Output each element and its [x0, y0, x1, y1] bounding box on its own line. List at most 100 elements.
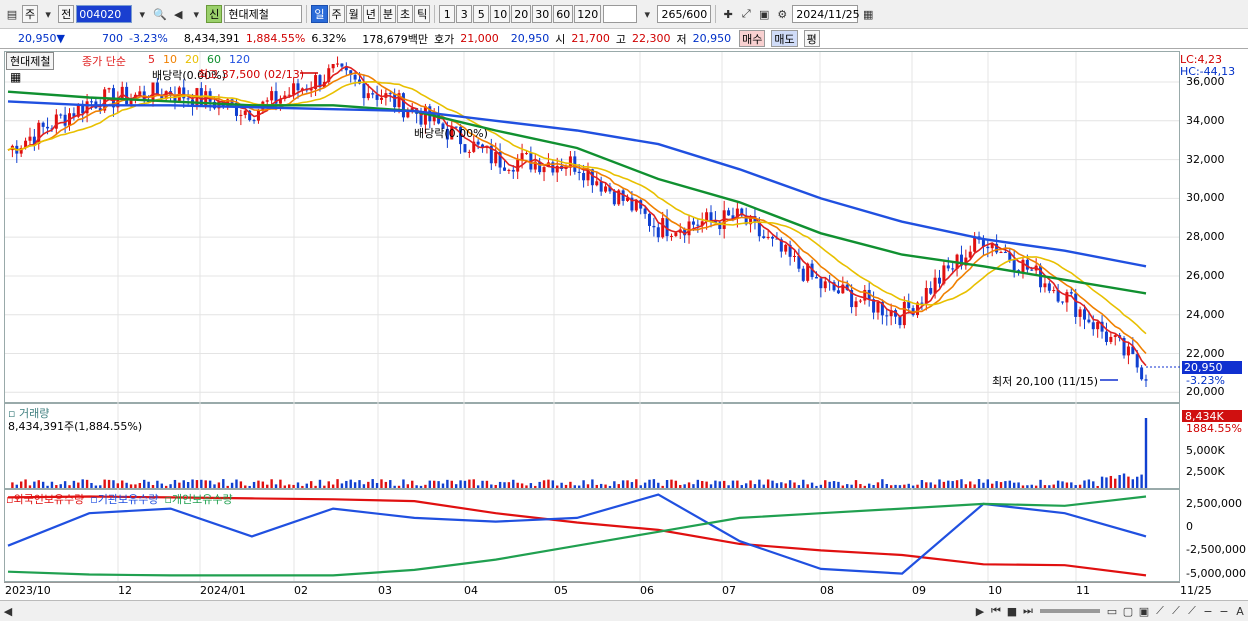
volume-bar [538, 481, 541, 488]
volume-bar [459, 480, 462, 488]
date-tick: 10 [988, 584, 1002, 597]
volume-bar [507, 482, 511, 488]
candle-body [652, 225, 656, 228]
current-pct-tag: -3.23% [1186, 374, 1225, 387]
stop-icon[interactable]: ■ [1004, 602, 1020, 620]
candle-body [507, 169, 511, 171]
volume-bar [327, 481, 330, 488]
volume-bar [419, 485, 423, 488]
volume-bar [85, 479, 89, 488]
candle-body [1074, 293, 1078, 317]
volume-bar [1039, 479, 1042, 488]
stock-label[interactable]: 현대제철 [6, 52, 55, 70]
candle-body [362, 83, 366, 99]
volume-bar [314, 485, 317, 488]
volume-bar [898, 485, 902, 488]
volume-bar [788, 480, 792, 488]
font-size-icon[interactable]: A [1232, 602, 1248, 620]
scroll-end-icon[interactable]: ⏭ [1020, 602, 1036, 620]
candle-body [186, 98, 190, 100]
volume-bar [169, 484, 172, 488]
candle-body [1144, 379, 1148, 381]
fit-icon[interactable]: − [1216, 602, 1232, 620]
candle-body [1109, 336, 1113, 342]
candle-body [582, 173, 586, 181]
volume-bar [226, 485, 229, 488]
volume-bar [230, 482, 234, 488]
volume-bar [309, 481, 313, 488]
volume-bar [569, 481, 572, 488]
zoom-out-icon[interactable]: − [1200, 602, 1216, 620]
volume-bar [371, 479, 374, 488]
volume-bar [608, 485, 612, 488]
volume-bar [679, 484, 682, 488]
volume-bar [1070, 482, 1073, 488]
zoom-slider[interactable] [1040, 609, 1100, 613]
volume-bar [762, 484, 765, 488]
layout-icon[interactable]: ▢ [1120, 602, 1136, 620]
candle-body [595, 181, 599, 186]
candle-body [801, 268, 805, 281]
candle-body [1104, 331, 1108, 342]
volume-bar [722, 480, 726, 488]
volume-bar [573, 485, 577, 488]
volume-bar [50, 481, 54, 488]
volume-bar [815, 485, 818, 488]
volume-bar [138, 483, 142, 488]
volume-bar [942, 481, 946, 488]
volume-bar [995, 481, 998, 488]
scroll-left-icon[interactable]: ◀ [0, 602, 16, 620]
volume-bar [556, 485, 559, 488]
candle-body [138, 91, 142, 95]
draw-tool-icon[interactable]: ⟋ [1184, 602, 1200, 620]
volume-bar [134, 484, 137, 488]
volume-bar [437, 481, 440, 488]
date-tick: 06 [640, 584, 654, 597]
candle-body [696, 224, 700, 226]
candle-body [516, 159, 520, 172]
scroll-start-icon[interactable]: ⏮ [988, 602, 1004, 620]
volume-bar [986, 479, 990, 488]
draw-tool-icon[interactable]: ⟋ [1168, 602, 1184, 620]
volume-bar [362, 484, 366, 488]
date-tick: 04 [464, 584, 478, 597]
candle-body [647, 213, 651, 226]
volume-bar [977, 479, 981, 488]
volume-bar [1092, 481, 1095, 488]
panel-icon[interactable]: ▭ [1104, 602, 1120, 620]
volume-bar [125, 482, 128, 488]
volume-bar [753, 484, 757, 488]
layout-icon[interactable]: ▣ [1136, 602, 1152, 620]
volume-bar [516, 482, 519, 488]
volume-bar [683, 484, 686, 488]
volume-bar [222, 479, 225, 488]
volume-bar [402, 479, 405, 488]
draw-tool-icon[interactable]: ⟋ [1152, 602, 1168, 620]
grid-toggle-icon[interactable]: ▦ [10, 70, 21, 84]
candle-body [951, 268, 955, 270]
volume-bar [920, 480, 924, 488]
candle-body [243, 110, 247, 115]
volume-bar [969, 481, 972, 488]
candle-body [1078, 309, 1082, 317]
price-tick: 30,000 [1186, 191, 1225, 205]
volume-bar [709, 484, 713, 488]
volume-bar [433, 480, 436, 488]
scroll-right-icon[interactable]: ▶ [972, 602, 988, 620]
volume-bar [797, 485, 801, 488]
volume-bar [749, 480, 752, 488]
volume-bar [143, 479, 146, 488]
volume-bar [854, 480, 858, 488]
price-tick: 34,000 [1186, 113, 1225, 127]
volume-bar [94, 485, 98, 488]
volume-bar [367, 481, 370, 488]
volume-bar [393, 485, 396, 488]
volume-bar [661, 485, 664, 488]
volume-bar [591, 479, 594, 488]
candle-body [423, 106, 427, 125]
volume-bar [389, 480, 392, 488]
volume-value-label: 8,434,391주(1,884.55%) [8, 420, 143, 433]
volume-bar [195, 480, 199, 488]
candle-body [604, 186, 608, 192]
volume-bar [450, 480, 453, 488]
